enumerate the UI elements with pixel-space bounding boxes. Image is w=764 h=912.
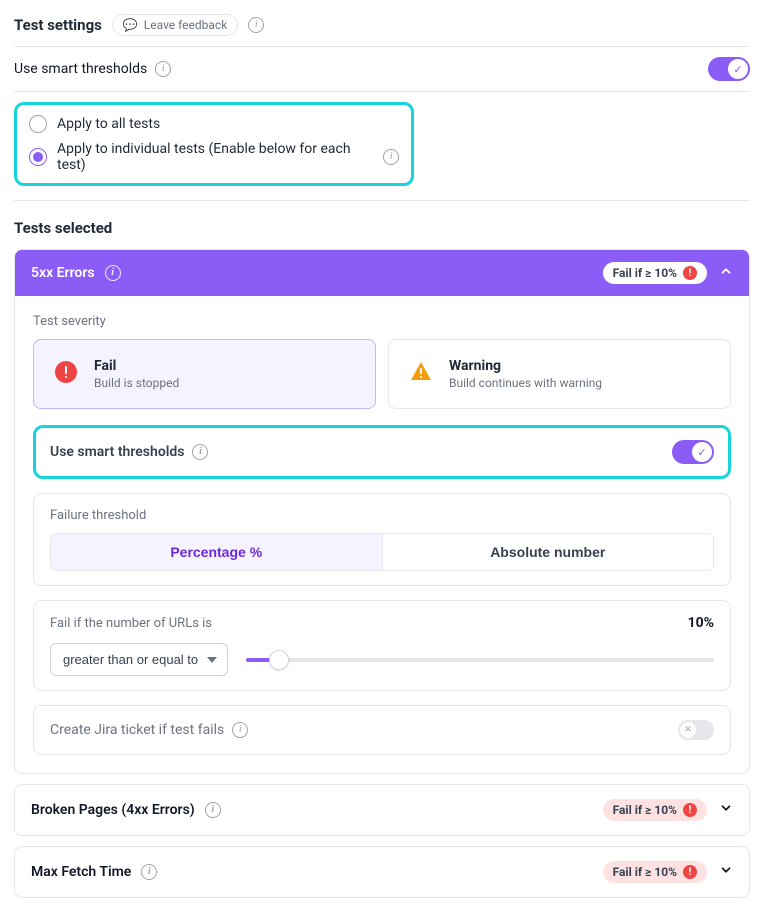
fail-badge: Fail if ≥ 10% ! bbox=[603, 861, 707, 883]
url-condition-value: 10% bbox=[688, 615, 714, 631]
tab-percentage[interactable]: Percentage % bbox=[51, 534, 383, 570]
apply-scope-group: Apply to all tests Apply to individual t… bbox=[14, 102, 414, 186]
tests-selected-title: Tests selected bbox=[14, 219, 750, 237]
severity-row: Fail Build is stopped Warning Build cont… bbox=[33, 339, 731, 409]
slider-thumb[interactable] bbox=[269, 650, 289, 670]
smart-thresholds-label: Use smart thresholds bbox=[14, 61, 147, 77]
severity-warning-title: Warning bbox=[449, 358, 602, 374]
failure-threshold-label: Failure threshold bbox=[50, 508, 714, 523]
failure-threshold-panel: Failure threshold Percentage % Absolute … bbox=[33, 493, 731, 586]
tab-absolute[interactable]: Absolute number bbox=[383, 534, 714, 570]
apply-all-label: Apply to all tests bbox=[57, 116, 160, 132]
url-condition-panel: Fail if the number of URLs is 10% greate… bbox=[33, 600, 731, 691]
fail-badge-text: Fail if ≥ 10% bbox=[613, 865, 677, 879]
radio-icon bbox=[29, 148, 47, 166]
alert-icon: ! bbox=[683, 266, 697, 280]
test-row-broken-pages[interactable]: Broken Pages (4xx Errors) i Fail if ≥ 10… bbox=[14, 784, 750, 836]
severity-warning-card[interactable]: Warning Build continues with warning bbox=[388, 339, 731, 409]
test-card-body: Test severity Fail Build is stopped Warn… bbox=[15, 296, 749, 773]
chevron-up-icon bbox=[719, 264, 733, 282]
check-icon: ✓ bbox=[692, 442, 712, 462]
fail-badge: Fail if ≥ 10% ! bbox=[603, 262, 707, 284]
fail-badge: Fail if ≥ 10% ! bbox=[603, 799, 707, 821]
radio-icon bbox=[29, 115, 47, 133]
page-title: Test settings bbox=[14, 16, 102, 34]
threshold-type-segment: Percentage % Absolute number bbox=[50, 533, 714, 571]
nested-smart-label: Use smart thresholds bbox=[50, 444, 184, 460]
nested-smart-toggle[interactable]: ✓ bbox=[672, 440, 714, 464]
test-title: 5xx Errors bbox=[31, 265, 95, 281]
feedback-label: Leave feedback bbox=[144, 18, 228, 32]
severity-fail-title: Fail bbox=[94, 358, 179, 374]
test-title: Broken Pages (4xx Errors) bbox=[31, 802, 195, 818]
settings-header: Test settings 💬 Leave feedback i bbox=[14, 14, 750, 36]
info-icon[interactable]: i bbox=[192, 444, 208, 460]
warning-icon bbox=[407, 360, 435, 388]
apply-individual-radio[interactable]: Apply to individual tests (Enable below … bbox=[29, 141, 399, 173]
chevron-down-icon bbox=[719, 863, 733, 881]
severity-fail-card[interactable]: Fail Build is stopped bbox=[33, 339, 376, 409]
chevron-down-icon bbox=[719, 801, 733, 819]
test-row-max-fetch-time[interactable]: Max Fetch Time i Fail if ≥ 10% ! bbox=[14, 846, 750, 898]
jira-panel: Create Jira ticket if test fails i ✕ bbox=[33, 705, 731, 755]
test-title: Max Fetch Time bbox=[31, 864, 131, 880]
info-icon[interactable]: i bbox=[383, 149, 399, 165]
info-icon[interactable]: i bbox=[155, 61, 171, 77]
alert-icon: ! bbox=[683, 803, 697, 817]
severity-fail-sub: Build is stopped bbox=[94, 376, 179, 390]
fail-badge-text: Fail if ≥ 10% bbox=[613, 803, 677, 817]
chat-icon: 💬 bbox=[123, 18, 138, 32]
fail-badge-text: Fail if ≥ 10% bbox=[613, 266, 677, 280]
jira-label: Create Jira ticket if test fails bbox=[50, 722, 224, 738]
info-icon[interactable]: i bbox=[141, 864, 157, 880]
apply-individual-label: Apply to individual tests (Enable below … bbox=[57, 141, 373, 173]
alert-icon: ! bbox=[683, 865, 697, 879]
test-severity-label: Test severity bbox=[33, 314, 731, 329]
comparator-select[interactable]: greater than or equal to bbox=[50, 643, 228, 676]
jira-toggle[interactable]: ✕ bbox=[678, 720, 714, 740]
info-icon[interactable]: i bbox=[205, 802, 221, 818]
nested-smart-thresholds-row: Use smart thresholds i ✓ bbox=[33, 425, 731, 479]
threshold-slider[interactable] bbox=[246, 650, 714, 670]
check-icon: ✓ bbox=[728, 59, 748, 79]
use-smart-thresholds-row: Use smart thresholds i ✓ bbox=[14, 47, 750, 92]
leave-feedback-button[interactable]: 💬 Leave feedback bbox=[112, 14, 238, 36]
test-card-5xx-errors: 5xx Errors i Fail if ≥ 10% ! Test severi… bbox=[14, 249, 750, 774]
apply-all-radio[interactable]: Apply to all tests bbox=[29, 115, 399, 133]
test-card-header[interactable]: 5xx Errors i Fail if ≥ 10% ! bbox=[15, 250, 749, 296]
divider bbox=[14, 200, 750, 201]
smart-thresholds-toggle[interactable]: ✓ bbox=[708, 57, 750, 81]
info-icon[interactable]: i bbox=[105, 265, 121, 281]
severity-warning-sub: Build continues with warning bbox=[449, 376, 602, 390]
error-icon bbox=[52, 360, 80, 388]
url-condition-label: Fail if the number of URLs is bbox=[50, 616, 212, 631]
x-icon: ✕ bbox=[680, 722, 696, 738]
info-icon[interactable]: i bbox=[248, 17, 264, 33]
info-icon[interactable]: i bbox=[232, 722, 248, 738]
